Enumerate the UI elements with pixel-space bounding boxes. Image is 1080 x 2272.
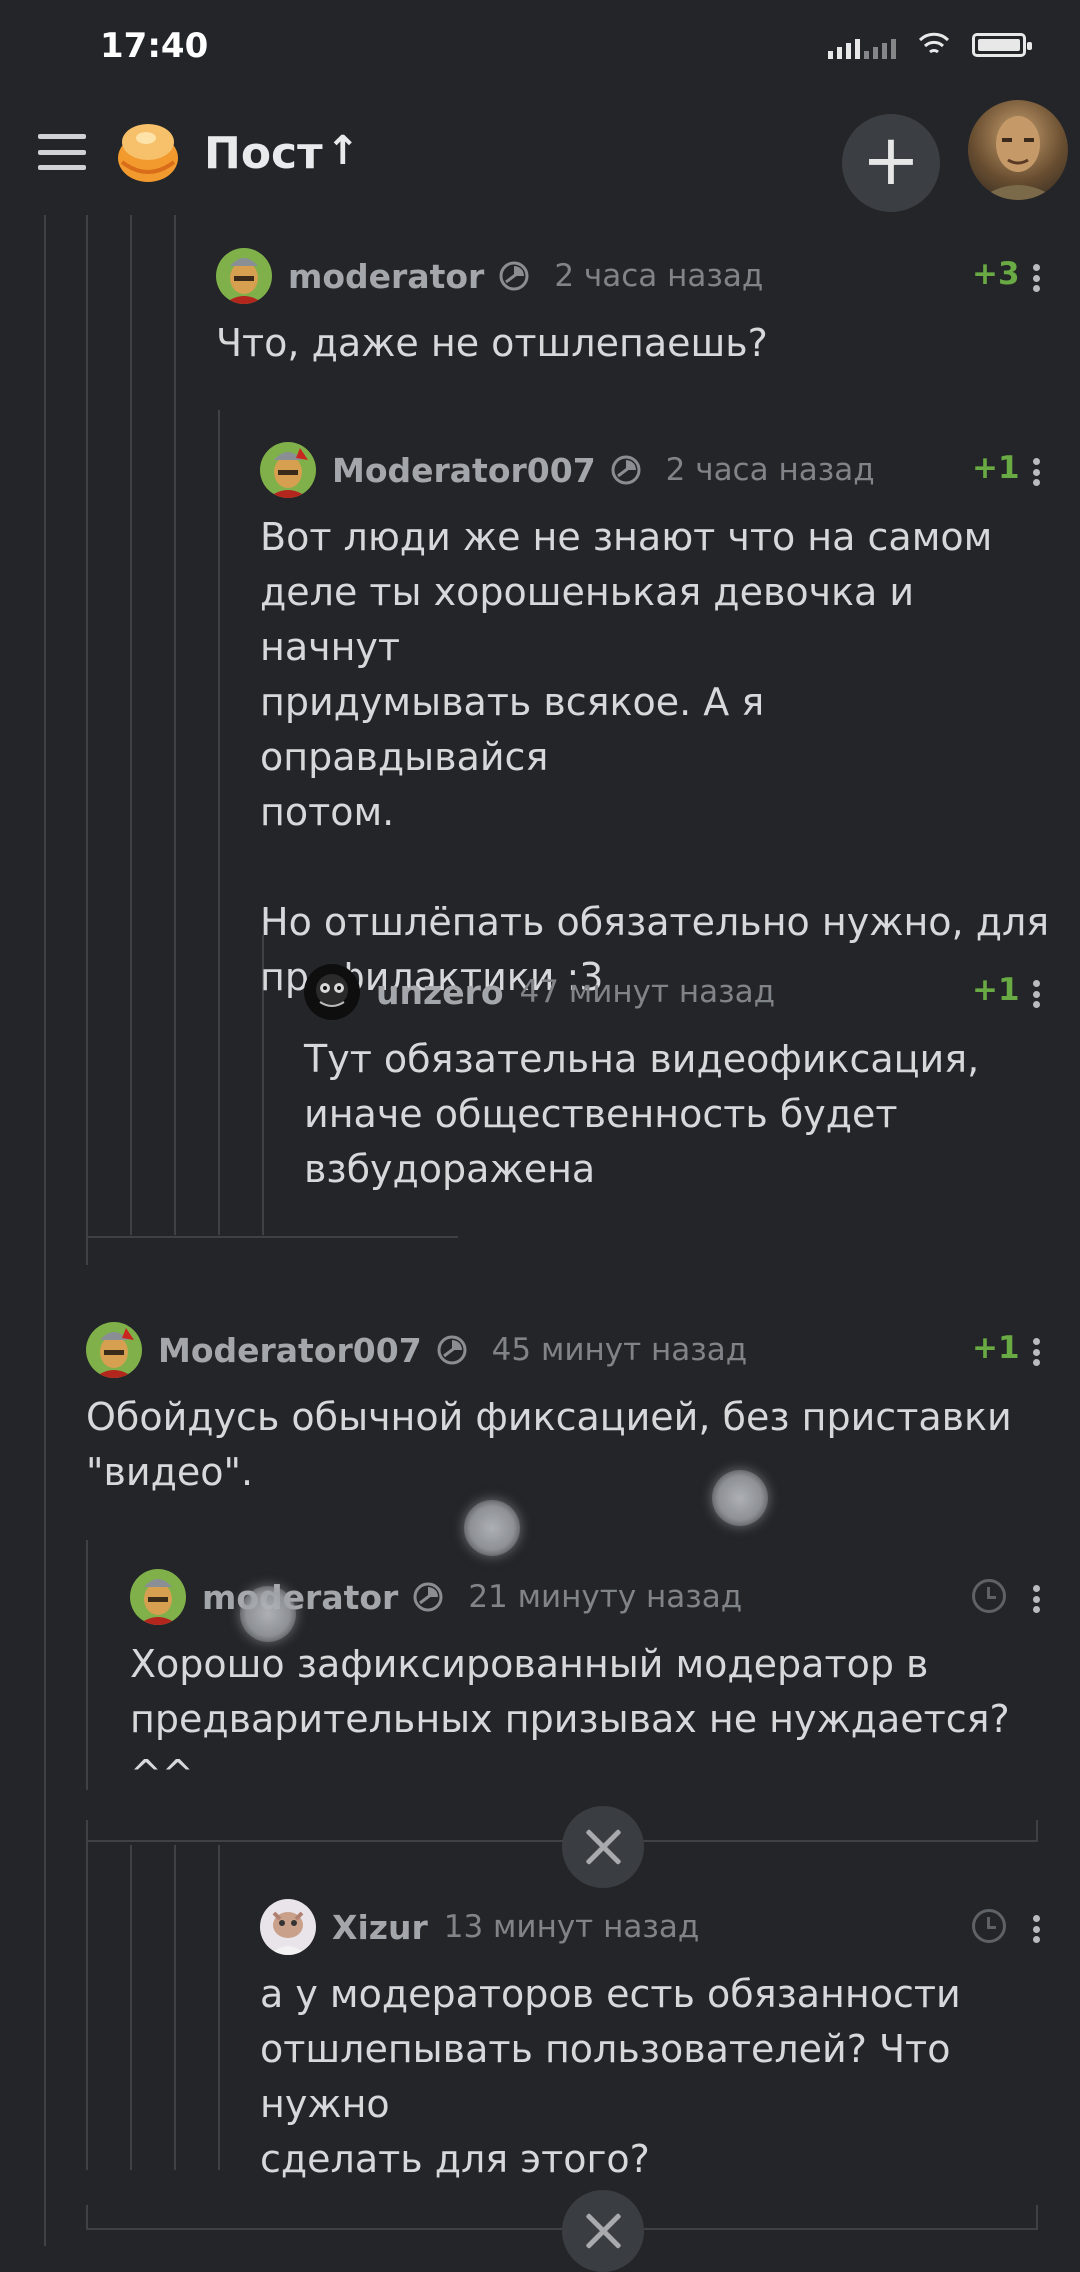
page-title: Пост: [204, 128, 323, 179]
author-avatar[interactable]: [86, 1322, 142, 1378]
more-options-icon[interactable]: [1032, 264, 1040, 292]
pikabu-logo[interactable]: [110, 112, 186, 188]
more-options-icon[interactable]: [1032, 1915, 1040, 1943]
thread-line[interactable]: [86, 215, 88, 1265]
status-bar: 17:40: [0, 0, 1080, 90]
battery-icon: [972, 33, 1032, 57]
thread-line: [86, 2205, 88, 2230]
author-avatar[interactable]: [260, 442, 316, 498]
thread-line[interactable]: [218, 1845, 220, 2170]
collapse-thread-button[interactable]: [562, 1806, 644, 1888]
comment-author[interactable]: moderator: [288, 257, 484, 296]
thread-line[interactable]: [174, 215, 176, 1235]
moderator-badge-icon: [498, 260, 530, 292]
comment: Xizur 13 минут назад а у модераторов ест…: [260, 1897, 1056, 2181]
moderator-badge-icon: [436, 1334, 468, 1366]
status-time: 17:40: [100, 26, 209, 66]
comment-author[interactable]: Moderator007: [332, 451, 596, 490]
status-icons: [828, 30, 1032, 60]
comment: moderator 2 часа назад +3 Что, даже не о…: [216, 246, 1056, 376]
more-options-icon[interactable]: [1032, 980, 1040, 1008]
touch-indicator: [240, 1586, 296, 1642]
thread-line[interactable]: [218, 410, 220, 1235]
comment-text: а у модераторов есть обязанности отшлепы…: [260, 1972, 961, 2181]
comment-meta: Moderator007 2 часа назад: [260, 440, 875, 500]
comment-time: 47 минут назад: [519, 974, 776, 1010]
comment-text: Вот люди же не знают что на самом деле т…: [260, 515, 1050, 999]
comment-rating: +1: [972, 1330, 1020, 1366]
comment-author[interactable]: Moderator007: [158, 1331, 422, 1370]
comment: unzero 47 минут назад +1 Тут обязательна…: [304, 962, 1056, 1202]
comment-author[interactable]: unzero: [376, 973, 504, 1012]
comment-time: 13 минут назад: [443, 1909, 700, 1945]
more-options-icon[interactable]: [1032, 458, 1040, 486]
clock-icon: [972, 1579, 1006, 1613]
comment-author[interactable]: moderator: [202, 1578, 398, 1617]
add-post-button[interactable]: +: [842, 114, 940, 212]
comment-meta: unzero 47 минут назад: [304, 962, 775, 1022]
wifi-icon: [918, 32, 950, 54]
comment-text: Что, даже не отшлепаешь?: [216, 321, 768, 365]
comment-rating: +1: [972, 972, 1020, 1008]
more-options-icon[interactable]: [1032, 1585, 1040, 1613]
comment-rating: +3: [972, 256, 1020, 292]
thread-line[interactable]: [130, 1845, 132, 2170]
clock-icon: [972, 1909, 1006, 1943]
author-avatar[interactable]: [216, 248, 272, 304]
thread-line: [86, 1236, 458, 1238]
comment-meta: Xizur 13 минут назад: [260, 1897, 699, 1957]
author-avatar[interactable]: [260, 1899, 316, 1955]
touch-indicator: [712, 1470, 768, 1526]
comment-text: Тут обязательна видеофиксация, иначе общ…: [304, 1037, 980, 1191]
comment-time: 45 минут назад: [491, 1332, 748, 1368]
touch-indicator: [464, 1500, 520, 1556]
author-avatar[interactable]: [130, 1569, 186, 1625]
comment-meta: moderator 2 часа назад: [216, 246, 763, 306]
signal-icon: [828, 31, 896, 59]
comment-author[interactable]: Xizur: [332, 1908, 428, 1947]
comment-rating: +1: [972, 450, 1020, 486]
comment-time: 2 часа назад: [665, 452, 875, 488]
scroll-up-arrow-icon[interactable]: ↑: [326, 128, 360, 174]
more-options-icon[interactable]: [1032, 1338, 1040, 1366]
comment-time: 2 часа назад: [554, 258, 764, 294]
comment: Moderator007 2 часа назад +1 Вот люди же…: [260, 440, 1056, 999]
moderator-badge-icon: [412, 1581, 444, 1613]
menu-icon[interactable]: [38, 134, 86, 170]
comment-meta: Moderator007 45 минут назад: [86, 1320, 747, 1380]
user-avatar[interactable]: [968, 100, 1068, 200]
comment-text: Обойдусь обычной фиксацией, без приставк…: [86, 1395, 1012, 1494]
thread-line[interactable]: [130, 215, 132, 1235]
thread-line: [1036, 2205, 1038, 2230]
comment-time: 21 минуту назад: [468, 1579, 743, 1615]
comment-meta: moderator 21 минуту назад: [130, 1567, 742, 1627]
collapse-thread-button[interactable]: [562, 2190, 644, 2272]
thread-line: [1036, 1820, 1038, 1840]
thread-line[interactable]: [174, 1845, 176, 2170]
comment-text: Хорошо зафиксированный модератор в предв…: [130, 1642, 1010, 1796]
author-avatar[interactable]: [304, 964, 360, 1020]
thread-line[interactable]: [44, 215, 46, 2246]
app-header: Пост ↑ +: [0, 90, 1080, 215]
thread-line[interactable]: [86, 1820, 88, 2170]
comment: Moderator007 45 минут назад +1 Обойдусь …: [86, 1320, 1056, 1500]
moderator-badge-icon: [610, 454, 642, 486]
thread-line[interactable]: [86, 1540, 88, 1790]
